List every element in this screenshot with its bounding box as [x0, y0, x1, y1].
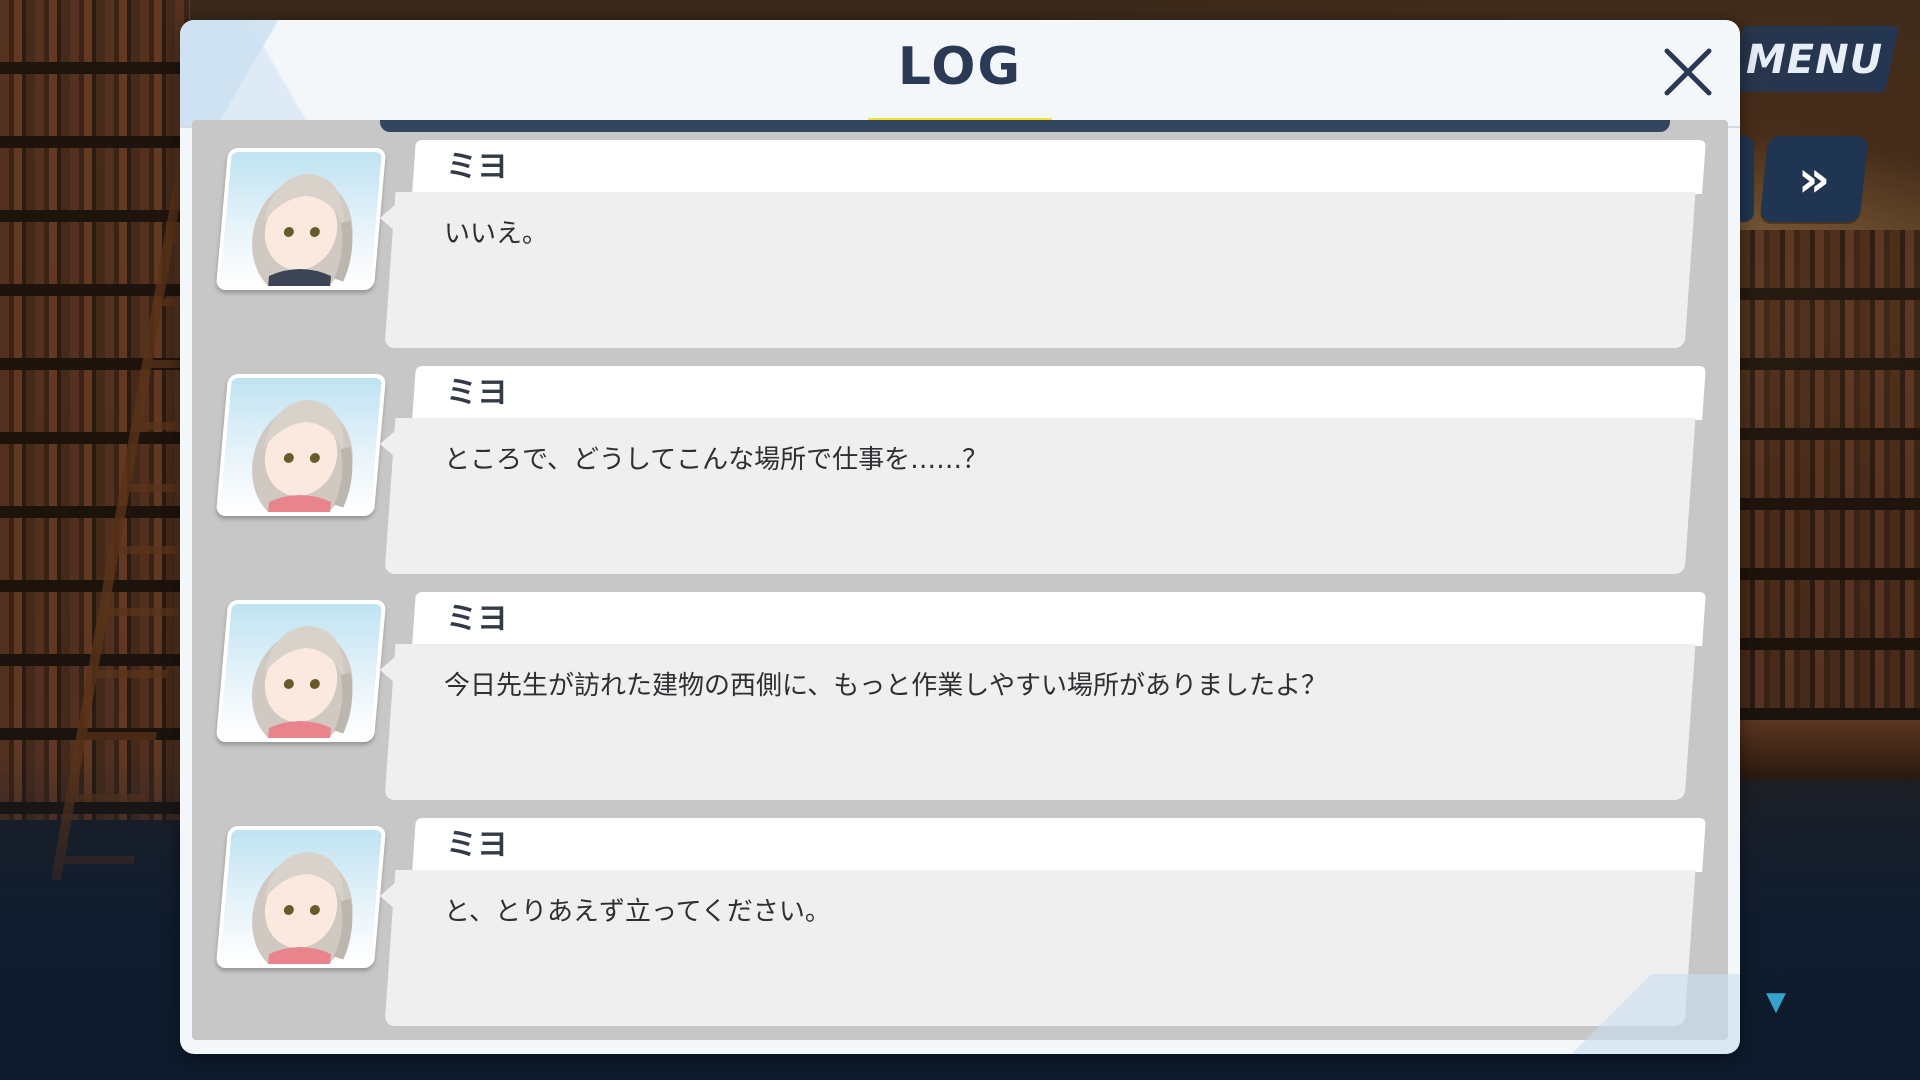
- log-list[interactable]: ミヨ いいえ。 ミヨ ところで、どうしてこんな場所で仕事を……？ ミヨ 今日先生…: [192, 120, 1728, 1040]
- speaker-tab: [412, 366, 1706, 420]
- speaker-tab: [412, 592, 1706, 646]
- bookshelf-right: [1740, 230, 1920, 750]
- message-text: いいえ。: [444, 219, 549, 249]
- menu-button-label: MENU: [1746, 37, 1884, 83]
- scroll-indicator: [380, 120, 1670, 132]
- log-title: LOG: [897, 37, 1023, 97]
- message-text: 今日先生が訪れた建物の西側に、もっと作業しやすい場所がありましたよ？: [444, 671, 1327, 701]
- speaker-tab: [412, 818, 1706, 872]
- header-decoration: [180, 20, 440, 128]
- message-text: と、とりあえず立ってください。: [444, 897, 831, 927]
- speaker-tab: [412, 140, 1706, 194]
- speaker-name: ミヨ: [446, 601, 508, 637]
- close-icon: [1664, 48, 1712, 96]
- portrait-art: [252, 626, 353, 738]
- speaker-name: ミヨ: [446, 149, 508, 185]
- close-button[interactable]: [1650, 34, 1726, 110]
- portrait-art: [252, 852, 353, 964]
- message-bubble: [384, 192, 1696, 348]
- log-window: LOG ミヨ いいえ。 ミヨ ところで、どうしてこんな場所で仕事を……？ ミヨ …: [180, 20, 1740, 1054]
- scroll-down-icon[interactable]: ▼: [1758, 989, 1794, 1015]
- speaker-name: ミヨ: [446, 827, 508, 863]
- character-portrait: [215, 148, 387, 290]
- message-text: ところで、どうしてこんな場所で仕事を……？: [444, 445, 989, 475]
- character-portrait: [215, 374, 387, 516]
- character-portrait: [215, 826, 387, 968]
- portrait-art: [252, 174, 353, 286]
- log-entry: ミヨ ところで、どうしてこんな場所で仕事を……？: [192, 364, 1728, 576]
- log-entry: ミヨ いいえ。: [192, 138, 1728, 350]
- log-entry: ミヨ 今日先生が訪れた建物の西側に、もっと作業しやすい場所がありましたよ？: [192, 590, 1728, 802]
- portrait-art: [252, 400, 353, 512]
- character-portrait: [215, 600, 387, 742]
- window-corner-decoration: [1480, 974, 1740, 1054]
- fast-forward-icon: »: [1797, 150, 1831, 208]
- speaker-name: ミヨ: [446, 375, 508, 411]
